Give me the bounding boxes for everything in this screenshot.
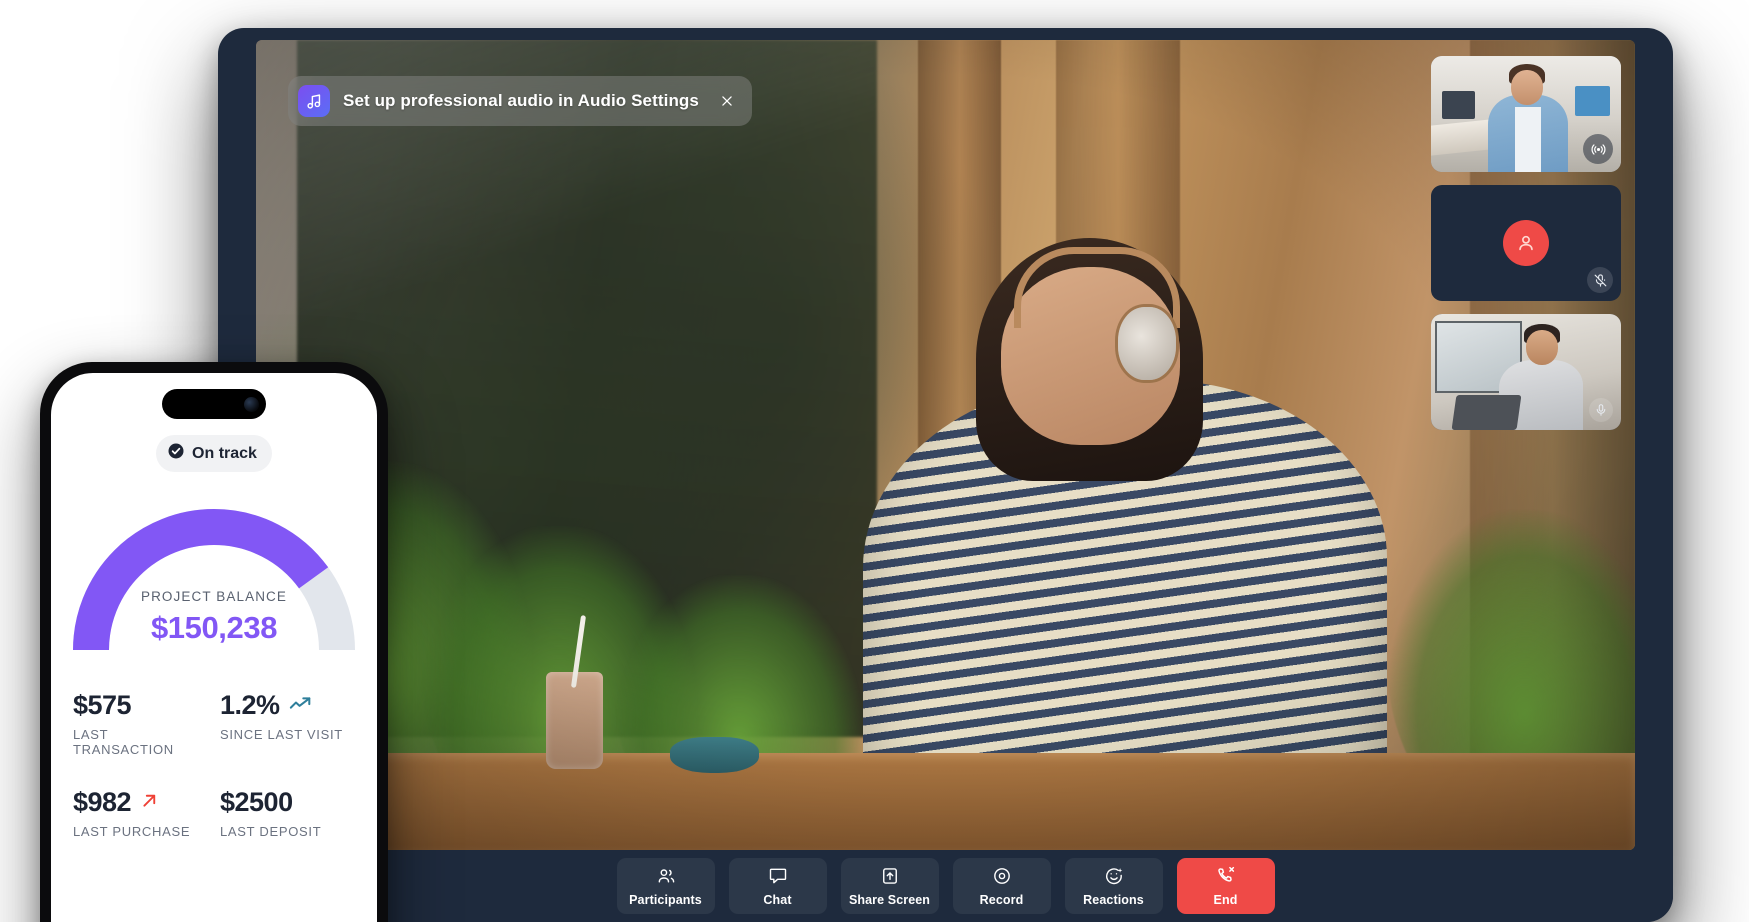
main-video-feed[interactable] (256, 40, 1635, 850)
laptop-device-frame: Set up professional audio in Audio Setti… (218, 28, 1673, 922)
project-balance-gauge: PROJECT BALANCE $150,238 (73, 492, 355, 652)
phone-screen: On track PROJECT BALANCE $150,238 $575 L… (51, 373, 377, 922)
phone-device-frame: On track PROJECT BALANCE $150,238 $575 L… (40, 362, 388, 922)
audio-waves-icon (1583, 134, 1613, 164)
stat-label: LAST PURCHASE (73, 824, 191, 839)
reactions-label: Reactions (1083, 892, 1144, 907)
participant-thumbnail-strip (1431, 56, 1621, 430)
toast-message: Set up professional audio in Audio Setti… (343, 91, 699, 110)
stat-value: $575 (73, 690, 132, 720)
stat-last-purchase: $982 LAST PURCHASE (73, 787, 208, 839)
participant-tile-2[interactable] (1431, 185, 1621, 301)
share-screen-button[interactable]: Share Screen (840, 858, 939, 914)
stat-label: SINCE LAST VISIT (220, 727, 343, 742)
end-call-icon (1215, 865, 1236, 889)
record-label: Record (979, 892, 1024, 907)
stat-value: $982 (73, 787, 132, 817)
mic-icon (1589, 398, 1613, 422)
end-call-label: End (1213, 893, 1238, 907)
participant-tile-1[interactable] (1431, 56, 1621, 172)
tile-1-person-head (1510, 69, 1544, 105)
check-circle-icon (167, 442, 185, 465)
gauge-value: $150,238 (150, 610, 278, 645)
chat-button[interactable]: Chat (728, 858, 827, 914)
participants-icon (656, 866, 676, 889)
tile-3-person-head (1526, 330, 1559, 366)
record-button[interactable]: Record (952, 858, 1051, 914)
chat-label: Chat (763, 892, 792, 907)
stat-last-transaction: $575 LAST TRANSACTION (73, 690, 208, 757)
gauge-center-text: PROJECT BALANCE $150,238 (73, 589, 355, 646)
person-icon (1503, 220, 1549, 266)
reactions-icon (1104, 866, 1124, 889)
stat-label: LAST TRANSACTION (73, 727, 174, 757)
arrow-up-right-icon (140, 791, 159, 815)
participants-button[interactable]: Participants (616, 858, 715, 914)
tile-3-laptop (1451, 395, 1521, 430)
gauge-caption: PROJECT BALANCE (140, 589, 288, 604)
close-icon[interactable] (716, 90, 738, 112)
status-badge: On track (156, 435, 272, 472)
status-badge-label: On track (192, 444, 257, 462)
participant-tile-3[interactable] (1431, 314, 1621, 430)
stat-last-deposit: $2500 LAST DEPOSIT (220, 787, 355, 839)
music-note-icon (298, 85, 330, 117)
share-screen-icon (880, 866, 900, 889)
laptop-screen: Set up professional audio in Audio Setti… (256, 40, 1635, 850)
tile-1-monitor-secondary (1575, 86, 1610, 117)
tile-1-monitor (1442, 90, 1475, 119)
tile-1-person-shirt (1514, 107, 1542, 172)
record-icon (992, 866, 1012, 889)
trend-up-icon (289, 695, 313, 716)
dynamic-island-notch (162, 389, 266, 419)
stats-grid: $575 LAST TRANSACTION 1.2% SINCE LAST VI… (71, 690, 357, 839)
chat-bubble-icon (768, 866, 788, 889)
participants-label: Participants (629, 892, 702, 907)
reactions-button[interactable]: Reactions (1064, 858, 1163, 914)
scene-root: Set up professional audio in Audio Setti… (0, 0, 1749, 922)
front-camera-icon (244, 396, 259, 412)
finance-dashboard: On track PROJECT BALANCE $150,238 $575 L… (51, 435, 377, 839)
end-call-button[interactable]: End (1176, 858, 1275, 914)
audio-settings-toast[interactable]: Set up professional audio in Audio Setti… (288, 76, 752, 126)
mic-muted-icon (1587, 267, 1613, 293)
stat-value: 1.2% (220, 690, 280, 720)
video-vignette (256, 40, 1635, 850)
stat-value: $2500 (220, 787, 293, 817)
share-screen-label: Share Screen (848, 892, 931, 907)
stat-label: LAST DEPOSIT (220, 824, 322, 839)
stat-since-last-visit: 1.2% SINCE LAST VISIT (220, 690, 355, 757)
call-controls-toolbar: Participants Chat Share Screen Record Re… (218, 850, 1673, 922)
